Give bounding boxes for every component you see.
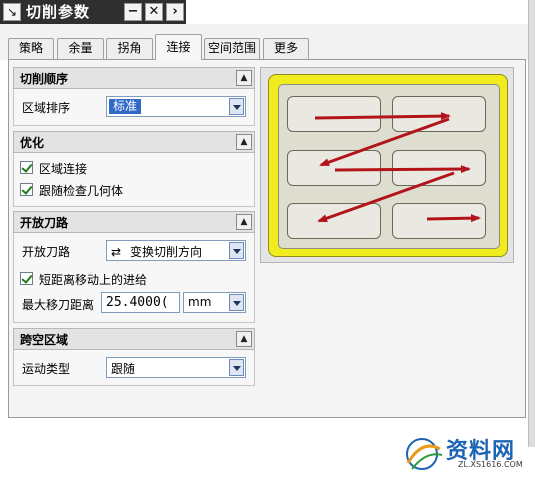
open-path-dropdown[interactable]: ⇄ 变换切削方向 (106, 240, 246, 261)
max-transfer-input[interactable]: 25.4000( (101, 292, 180, 313)
arrow-icon[interactable]: ↘ (3, 3, 21, 21)
minimize-button[interactable]: − (124, 3, 142, 21)
arrow-icon (314, 112, 451, 121)
cut-order-arrows (314, 112, 481, 223)
tab-strategy[interactable]: 策略 (8, 38, 54, 59)
group-cut-order-title: 切削顺序 (20, 72, 69, 86)
group-cut-order-header[interactable]: 切削顺序 ▲ (13, 67, 255, 89)
region-sort-value: 标准 (109, 99, 142, 114)
arrow-paths (314, 112, 481, 223)
tab-containment[interactable]: 空间范围 (204, 38, 260, 59)
preview-inner (278, 84, 500, 249)
scroll-right-button[interactable]: › (166, 3, 184, 21)
collapse-up-icon[interactable]: ▲ (236, 331, 252, 347)
close-button[interactable]: ✕ (145, 3, 163, 21)
region-order-preview (260, 67, 514, 263)
arrow-icon (334, 165, 471, 174)
window-title: 切削参数 (26, 3, 91, 21)
region-sort-label: 区域排序 (22, 101, 71, 115)
checkbox-checked-icon[interactable] (20, 183, 33, 196)
chevron-down-icon[interactable] (229, 359, 244, 376)
follow-check-geometry-label: 跟随检查几何体 (39, 184, 124, 198)
motion-type-label: 运动类型 (22, 362, 71, 376)
group-gap-region-title: 跨空区域 (20, 333, 69, 347)
watermark-logo (406, 438, 443, 470)
group-gap-region-header[interactable]: 跨空区域 ▲ (13, 328, 255, 350)
collapse-up-icon[interactable]: ▲ (236, 134, 252, 150)
motion-type-dropdown[interactable]: 跟随 (106, 357, 246, 378)
max-transfer-label: 最大移刀距离 (22, 298, 95, 312)
group-optimize-title: 优化 (20, 136, 45, 150)
group-gap-region-body: 运动类型 跟随 (13, 350, 255, 386)
title-bar: ↘ 切削参数 − ✕ › (0, 0, 186, 24)
tab-connections[interactable]: 连接 (155, 34, 202, 60)
unit-value: mm (188, 295, 212, 309)
arrow-icon (317, 171, 455, 223)
chevron-down-icon[interactable] (229, 98, 244, 115)
open-path-label: 开放刀路 (22, 245, 71, 259)
arrow-icon (426, 214, 481, 223)
region-connect-label: 区域连接 (39, 162, 88, 176)
arrow-icon (319, 117, 450, 167)
watermark-url: ZL.XS1616.COM (458, 460, 523, 469)
watermark: 资料网 ZL.XS1616.COM (402, 433, 534, 475)
group-optimize-header[interactable]: 优化 ▲ (13, 131, 255, 153)
group-open-path-title: 开放刀路 (20, 216, 69, 230)
unit-dropdown[interactable]: mm (183, 292, 246, 313)
chevron-down-icon[interactable] (229, 294, 244, 311)
collapse-up-icon[interactable]: ▲ (236, 70, 252, 86)
tab-stock[interactable]: 余量 (57, 38, 104, 59)
group-cut-order-body: 区域排序 标准 (13, 89, 255, 126)
group-open-path-header[interactable]: 开放刀路 ▲ (13, 211, 255, 233)
tab-more[interactable]: 更多 (263, 38, 309, 59)
checkbox-checked-icon[interactable] (20, 161, 33, 174)
collapse-up-icon[interactable]: ▲ (236, 214, 252, 230)
tab-corners[interactable]: 拐角 (106, 38, 153, 59)
open-path-value: 变换切削方向 (130, 245, 203, 259)
open-path-value-wrap: ⇄ 变换切削方向 (111, 243, 202, 260)
motion-type-value: 跟随 (111, 362, 136, 376)
checkbox-checked-icon[interactable] (20, 272, 33, 285)
swap-direction-icon: ⇄ (111, 245, 122, 259)
region-sort-dropdown[interactable]: 标准 (106, 96, 246, 117)
dialog-border (528, 0, 535, 447)
chevron-down-icon[interactable] (229, 242, 244, 259)
short-move-label: 短距离移动上的进给 (39, 273, 148, 287)
